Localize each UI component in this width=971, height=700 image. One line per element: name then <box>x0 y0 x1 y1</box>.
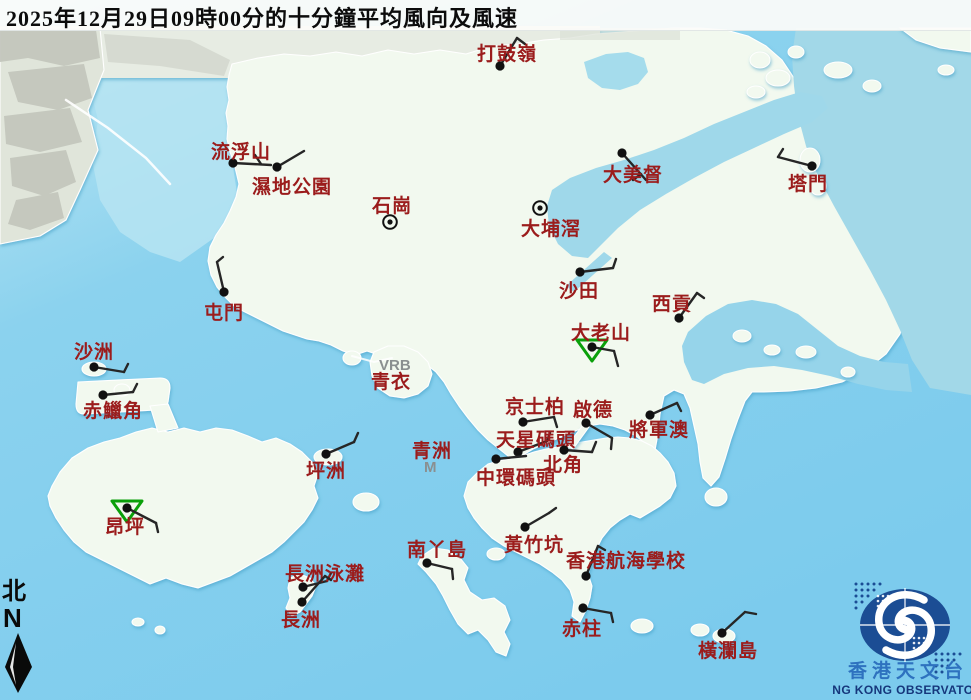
station-dot <box>581 571 590 580</box>
station-label: 啟德 <box>573 398 613 421</box>
hko-logo-graphic: 香港天文台 HONG KONG OBSERVATORY <box>832 572 971 700</box>
station-dot <box>297 597 306 606</box>
station-label: 香港航海學校 <box>565 549 686 572</box>
station-label: 打鼓嶺 <box>477 42 537 65</box>
station-label: 長洲泳灘 <box>285 562 365 585</box>
station-label: 黃竹坑 <box>504 533 564 556</box>
station-dot <box>89 362 98 371</box>
compass-north: 北 N <box>2 580 42 695</box>
station-label: 將軍澳 <box>629 418 689 441</box>
compass-label-zh: 北 <box>2 580 42 605</box>
station-label: 大埔滘 <box>521 217 581 240</box>
compass-label-en: N <box>3 605 42 631</box>
map-title: 2025年12月29日09時00分的十分鐘平均風向及風速 <box>6 1 518 33</box>
station-label: 沙洲 <box>74 341 114 363</box>
calm-dot-icon <box>537 205 542 210</box>
station-label: 沙田 <box>559 280 599 302</box>
station-dot <box>645 410 654 419</box>
station-label: 濕地公園 <box>252 175 332 198</box>
logo-name-en: HONG KONG OBSERVATORY <box>832 683 971 697</box>
north-arrow-icon <box>2 631 36 695</box>
station-label: 京士柏 <box>505 395 565 418</box>
station-label: 南丫島 <box>407 538 467 561</box>
station-label: 石崗 <box>371 194 412 217</box>
station-dot <box>807 161 816 170</box>
logo-name-zh: 香港天文台 <box>847 659 968 682</box>
station-dot <box>272 162 281 171</box>
hong-kong-map: 打鼓嶺流浮山濕地公園石崗大埔滘大美督塔門沙田西貢屯門大老山沙洲赤鱲角青衣VRB京… <box>0 0 971 700</box>
station-dot <box>98 390 107 399</box>
map-title-bar: 2025年12月29日09時00分的十分鐘平均風向及風速 <box>0 0 971 31</box>
station-dot <box>717 628 726 637</box>
station-dot <box>520 522 529 531</box>
wind-barb-tick <box>611 438 612 449</box>
station-label: 赤柱 <box>562 617 602 640</box>
station-label: 西貢 <box>652 293 692 315</box>
station-dot <box>575 267 584 276</box>
logo-s-curve <box>860 588 950 662</box>
hko-logo: 香港天文台 HONG KONG OBSERVATORY <box>832 572 971 700</box>
station-note: M <box>424 459 437 476</box>
station-label: 赤鱲角 <box>83 399 143 422</box>
station-dot <box>617 148 626 157</box>
station-dot <box>219 287 228 296</box>
station-dot <box>578 603 587 612</box>
calm-dot-icon <box>387 219 392 224</box>
station-label: 流浮山 <box>211 140 271 163</box>
station-label: 昂坪 <box>105 516 145 538</box>
station-dot <box>122 503 131 512</box>
wind-barb-tick <box>452 569 453 579</box>
station-note: VRB <box>379 357 411 374</box>
station-dot <box>559 445 568 454</box>
wind-map-screen: 打鼓嶺流浮山濕地公園石崗大埔滘大美督塔門沙田西貢屯門大老山沙洲赤鱲角青衣VRB京… <box>0 0 971 700</box>
station-label: 屯門 <box>204 301 244 324</box>
station-label: 中環碼頭 <box>476 466 556 489</box>
station-label: 大美督 <box>603 163 663 186</box>
station-dot <box>518 417 527 426</box>
station-label: 坪洲 <box>306 460 346 482</box>
station-dot <box>321 449 330 458</box>
station-dot <box>491 454 500 463</box>
station-label: 大老山 <box>571 321 631 344</box>
station-label: 長洲 <box>281 609 321 631</box>
station-label: 塔門 <box>788 172 828 195</box>
station-label: 橫瀾島 <box>698 639 758 662</box>
